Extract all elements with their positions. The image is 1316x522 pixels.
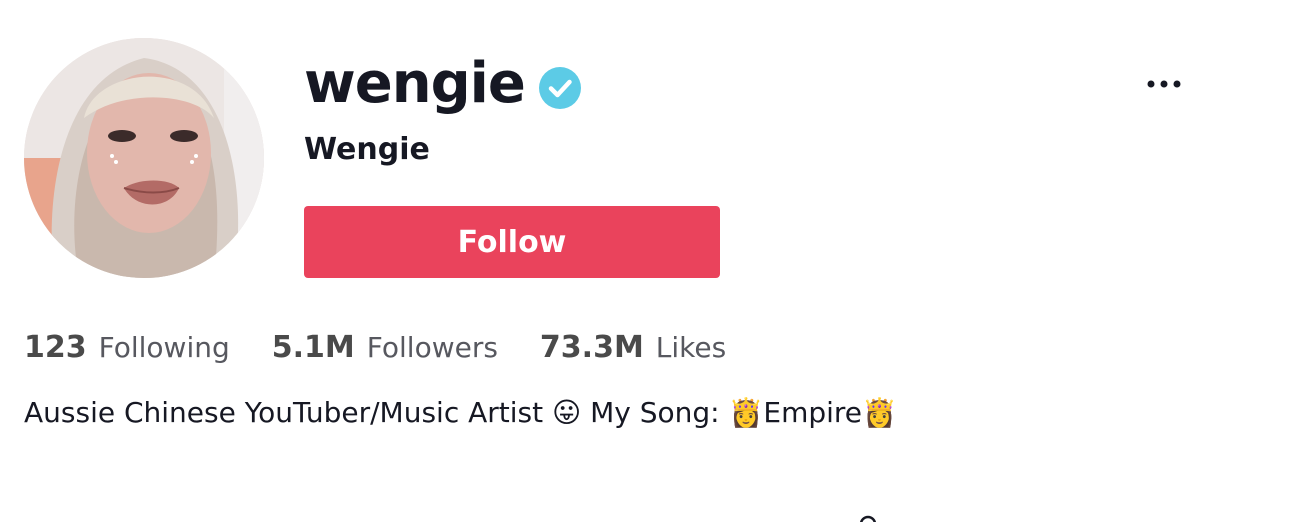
profile-header: wengie Wengie	[304, 44, 581, 168]
follow-button[interactable]: Follow	[304, 206, 720, 278]
avatar-image	[24, 38, 264, 278]
stat-likes-count: 73.3M	[539, 330, 644, 365]
stat-likes: 73.3M Likes	[540, 330, 726, 365]
nickname: Wengie	[304, 132, 430, 167]
tongue-emoji: 😛	[552, 396, 582, 429]
bio-song-name: Empire	[763, 396, 863, 429]
profile-page: wengie Wengie Follow 123 Following 5.1M …	[0, 0, 1316, 522]
more-options-button[interactable]	[1138, 64, 1190, 104]
stat-followers[interactable]: 5.1M Followers	[272, 330, 498, 365]
avatar[interactable]	[24, 38, 264, 278]
stat-following-label: Following	[98, 331, 230, 364]
princess-emoji: 👸	[728, 396, 764, 429]
more-horizontal-icon	[1147, 80, 1181, 88]
stat-likes-label: Likes	[655, 331, 727, 364]
bio-text-song-label: My Song:	[581, 396, 729, 429]
princess-emoji: 👸	[862, 396, 897, 429]
username-row: wengie	[304, 44, 581, 124]
username: wengie	[304, 51, 526, 116]
stat-following-count: 123	[24, 330, 87, 365]
link-icon	[859, 515, 877, 522]
stat-followers-count: 5.1M	[271, 330, 355, 365]
profile-stats: 123 Following 5.1M Followers 73.3M Likes	[24, 330, 768, 365]
verified-badge-icon	[538, 67, 581, 109]
profile-bio: Aussie Chinese YouTuber/Music Artist 😛 M…	[24, 396, 897, 429]
stat-followers-label: Followers	[366, 331, 498, 364]
bio-text-intro: Aussie Chinese YouTuber/Music Artist	[24, 396, 553, 429]
stat-following[interactable]: 123 Following	[24, 330, 230, 365]
